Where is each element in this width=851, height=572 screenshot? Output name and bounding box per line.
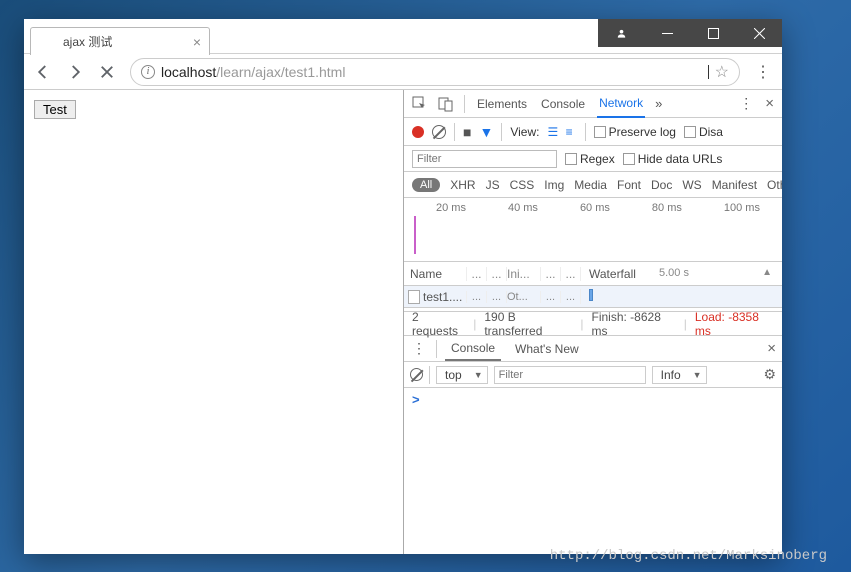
network-toolbar: ■ ▼ View: ☰ ≡ Preserve log Disa <box>404 118 782 146</box>
console-filter-input[interactable] <box>494 366 646 384</box>
site-info-icon[interactable]: i <box>141 65 155 79</box>
request-table-header: Name ... ... Ini... ... ... Waterfall 5.… <box>404 262 782 286</box>
drawer-tab-console[interactable]: Console <box>445 337 501 361</box>
file-icon <box>408 290 420 304</box>
filter-toggle-icon[interactable]: ▼ <box>479 124 493 140</box>
regex-checkbox[interactable]: Regex <box>565 152 615 166</box>
col-time[interactable]: ... <box>560 267 580 281</box>
log-level-selector[interactable]: Info▼ <box>652 366 707 384</box>
network-overview[interactable]: 20 ms 40 ms 60 ms 80 ms 100 ms <box>404 198 782 262</box>
minimize-button[interactable] <box>644 19 690 47</box>
screenshot-icon[interactable]: ■ <box>463 124 471 140</box>
console-clear-button[interactable] <box>410 368 423 381</box>
sort-indicator-icon: ▲ <box>762 267 772 278</box>
overview-marker <box>414 216 416 254</box>
more-tabs-icon[interactable]: » <box>655 96 662 111</box>
content-row: Test Elements Console Network » ⋮ × ■ ▼ <box>24 90 782 554</box>
tab-elements[interactable]: Elements <box>475 91 529 117</box>
console-body[interactable]: > <box>404 388 782 554</box>
tab-network[interactable]: Network <box>597 90 645 118</box>
large-rows-icon[interactable]: ☰ <box>547 125 558 139</box>
stop-reload-button[interactable] <box>98 63 116 81</box>
overview-ticks: 20 ms 40 ms 60 ms 80 ms 100 ms <box>404 202 782 214</box>
col-waterfall[interactable]: Waterfall 5.00 s ▲ <box>580 267 782 281</box>
devtools-menu-button[interactable]: ⋮ <box>737 95 755 112</box>
back-button[interactable] <box>34 63 52 81</box>
drawer-tabs: ⋮ Console What's New × <box>404 336 782 362</box>
console-prompt-icon: > <box>412 392 420 407</box>
resource-type-filter: All XHR JS CSS Img Media Font Doc WS Man… <box>404 172 782 198</box>
cursor-icon <box>708 65 709 79</box>
tab-close-icon[interactable]: × <box>193 34 201 50</box>
titlebar: ajax 测试 × <box>24 19 782 54</box>
inspect-element-icon[interactable] <box>412 96 428 112</box>
browser-window: ajax 测试 × i localhost/learn/ajax/test1.h… <box>24 19 782 554</box>
test-button[interactable]: Test <box>34 100 76 119</box>
clear-button[interactable] <box>432 125 446 139</box>
col-size[interactable]: ... <box>540 267 560 281</box>
forward-button[interactable] <box>66 63 84 81</box>
type-img[interactable]: Img <box>544 178 564 192</box>
type-all[interactable]: All <box>412 178 440 192</box>
maximize-button[interactable] <box>690 19 736 47</box>
hide-data-urls-checkbox[interactable]: Hide data URLs <box>623 152 723 166</box>
view-label: View: <box>510 125 539 139</box>
disable-cache-checkbox[interactable]: Disa <box>684 125 723 139</box>
devtools-panel: Elements Console Network » ⋮ × ■ ▼ View:… <box>404 90 782 554</box>
preserve-log-checkbox[interactable]: Preserve log <box>594 125 676 139</box>
waterfall-view-icon[interactable]: ≡ <box>566 125 573 139</box>
browser-menu-button[interactable]: ⋮ <box>754 62 772 82</box>
user-icon[interactable] <box>598 19 644 47</box>
network-filter-input[interactable] <box>412 150 557 168</box>
type-manifest[interactable]: Manifest <box>712 178 757 192</box>
record-button[interactable] <box>412 126 424 138</box>
bookmark-star-icon[interactable]: ☆ <box>715 62 729 82</box>
drawer-menu-button[interactable]: ⋮ <box>410 340 428 357</box>
type-js[interactable]: JS <box>486 178 500 192</box>
url-input[interactable]: i localhost/learn/ajax/test1.html ☆ <box>130 58 740 86</box>
context-selector[interactable]: top▼ <box>436 366 488 384</box>
console-toolbar: top▼ Info▼ ⚙ <box>404 362 782 388</box>
request-row[interactable]: test1.... ... ... Ot... ... ... <box>404 286 782 308</box>
type-other[interactable]: Other <box>767 178 782 192</box>
type-css[interactable]: CSS <box>510 178 535 192</box>
col-type[interactable]: ... <box>486 267 506 281</box>
type-doc[interactable]: Doc <box>651 178 672 192</box>
network-filter-row: Regex Hide data URLs <box>404 146 782 172</box>
tab-title: ajax 测试 <box>63 33 112 50</box>
type-media[interactable]: Media <box>574 178 607 192</box>
window-controls <box>598 19 782 47</box>
devtools-tabs: Elements Console Network » ⋮ × <box>404 90 782 118</box>
col-initiator[interactable]: Ini... <box>506 267 540 281</box>
network-summary: 2 requests| 190 B transferred| Finish: -… <box>404 312 782 336</box>
favicon-icon <box>41 35 55 49</box>
view-icons: ☰ ≡ <box>547 125 576 139</box>
waterfall-bar <box>589 289 593 301</box>
type-ws[interactable]: WS <box>682 178 701 192</box>
drawer-close-icon[interactable]: × <box>767 340 776 357</box>
drawer-tab-whatsnew[interactable]: What's New <box>509 338 585 360</box>
url-text: localhost/learn/ajax/test1.html <box>161 64 698 80</box>
page-content: Test <box>24 90 404 554</box>
type-xhr[interactable]: XHR <box>450 178 475 192</box>
type-font[interactable]: Font <box>617 178 641 192</box>
console-settings-icon[interactable]: ⚙ <box>763 366 776 383</box>
devtools-close-icon[interactable]: × <box>765 95 774 112</box>
browser-tab[interactable]: ajax 测试 × <box>30 27 210 55</box>
close-button[interactable] <box>736 19 782 47</box>
address-bar: i localhost/learn/ajax/test1.html ☆ ⋮ <box>24 54 782 90</box>
device-mode-icon[interactable] <box>438 96 454 112</box>
tab-console[interactable]: Console <box>539 91 587 117</box>
col-status[interactable]: ... <box>466 267 486 281</box>
col-name[interactable]: Name <box>404 267 466 281</box>
